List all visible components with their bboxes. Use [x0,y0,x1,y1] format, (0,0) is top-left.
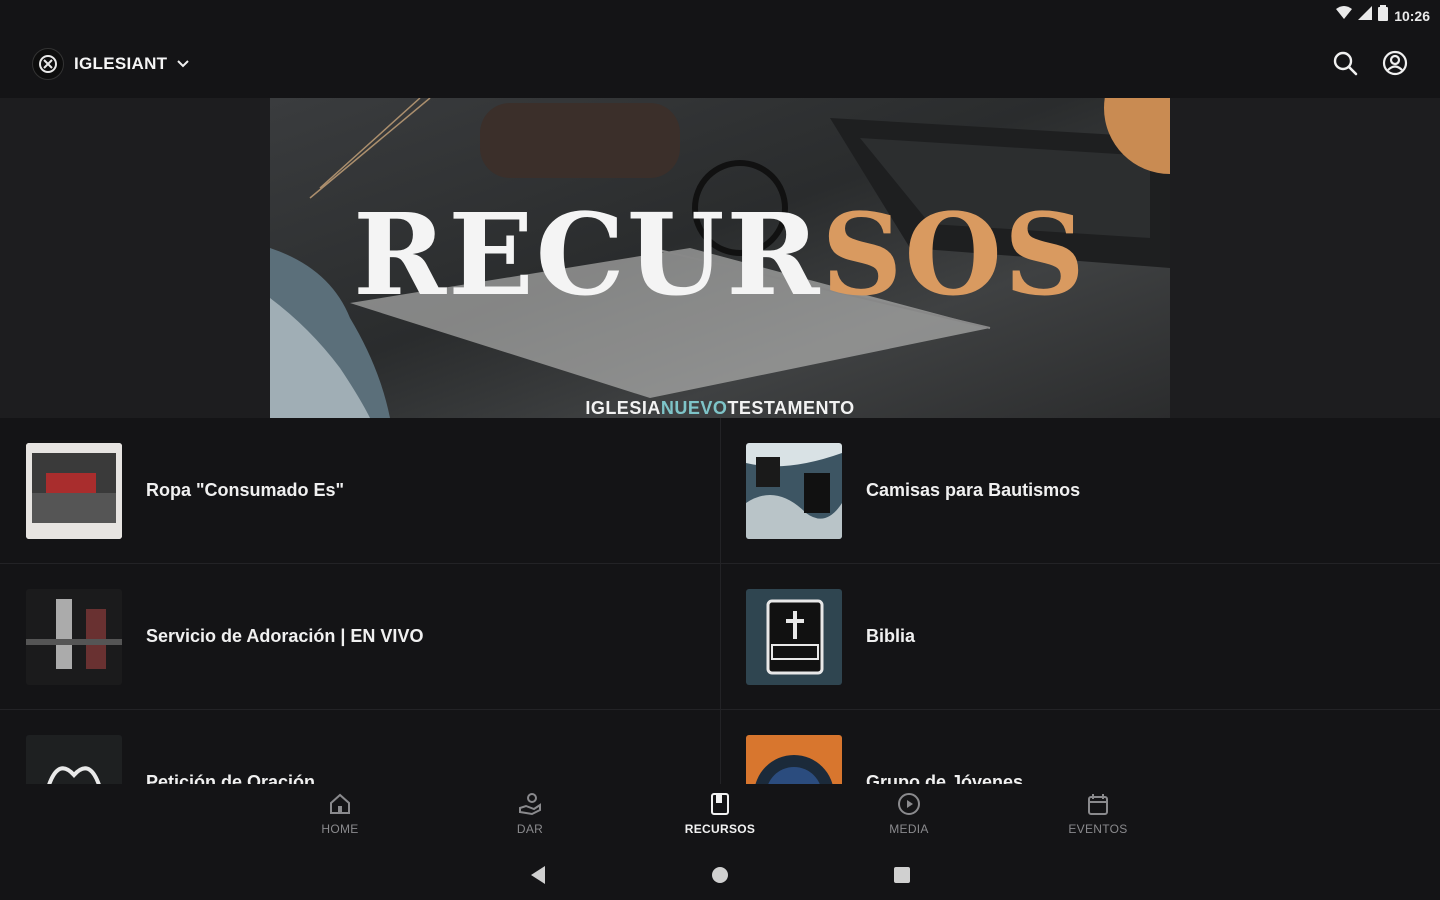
search-icon [1333,51,1358,76]
banner-subtitle-part2: NUEVO [660,398,728,418]
system-recents-button[interactable] [889,862,915,888]
nav-recursos[interactable]: RECURSOS [665,792,775,838]
resource-item-ropa[interactable]: Ropa "Consumado Es" [0,418,720,564]
battery-icon [1378,5,1389,26]
resource-title: Grupo de Jóvenes [866,772,1024,784]
resource-title: Camisas para Bautismos [866,480,1081,500]
bottom-navigation: HOME DAR RECURSOS MEDIA EVENTOS [0,784,1440,848]
account-icon [1382,50,1408,76]
banner-subtitle-part3: TESTAMENTO [727,398,855,418]
resource-title: Servicio de Adoración | EN VIVO [146,626,424,646]
nav-media[interactable]: MEDIA [854,792,964,838]
status-time: 10:26 [1394,7,1430,24]
system-back-button[interactable] [525,862,551,888]
nav-label: HOME [321,822,359,836]
resource-thumbnail [26,443,122,539]
banner-title-orange: SOS [821,190,1087,321]
status-bar: 10:26 [0,0,1440,30]
nav-label: EVENTOS [1068,822,1128,836]
nav-home[interactable]: HOME [285,792,395,838]
system-navigation-bar [0,848,1440,900]
calendar-icon [1088,794,1108,815]
church-name: IGLESIANT [74,54,168,73]
home-circle-icon [712,867,728,883]
wifi-icon [1336,6,1353,25]
give-icon [519,793,541,816]
banner-title: RECURSOS [270,190,1170,321]
book-icon [711,793,729,815]
resource-title: Ropa "Consumado Es" [146,480,345,500]
account-button[interactable] [1380,48,1410,78]
resource-thumbnail [746,735,842,784]
nav-eventos[interactable]: EVENTOS [1043,792,1153,838]
app-bar-actions [1330,48,1410,78]
system-home-button[interactable] [707,862,733,888]
resource-item-peticion[interactable]: Petición de Oración [0,710,720,784]
nav-label: MEDIA [889,822,929,836]
play-icon [898,793,920,815]
app-bar: IGLESIANT [0,30,1440,98]
nav-label: DAR [516,822,544,836]
resource-thumbnail [746,589,842,685]
resource-item-jovenes[interactable]: Grupo de Jóvenes [720,710,1440,784]
resource-thumbnail [746,443,842,539]
home-icon [330,793,350,814]
back-triangle-icon [531,866,545,884]
banner-title-white: RECUR [353,190,822,321]
resources-banner: RECURSOS IGLESIANUEVOTESTAMENTO [270,98,1170,418]
resources-list: Ropa "Consumado Es" Camisas para Bautism… [0,418,1440,784]
banner-area: RECURSOS IGLESIANUEVOTESTAMENTO [0,98,1440,418]
chevron-down-icon [177,55,190,73]
banner-subtitle-part1: IGLESIA [585,398,661,418]
nav-dar[interactable]: DAR [475,792,585,838]
resource-item-biblia[interactable]: Biblia [720,564,1440,710]
resource-title: Biblia [866,626,916,646]
church-selector[interactable]: IGLESIANT [32,48,190,80]
resource-item-camisas[interactable]: Camisas para Bautismos [720,418,1440,564]
recents-square-icon [894,867,910,883]
resource-item-servicio[interactable]: Servicio de Adoración | EN VIVO [0,564,720,710]
banner-subtitle: IGLESIANUEVOTESTAMENTO [270,398,1170,418]
resource-title: Petición de Oración [146,772,316,784]
signal-icon [1358,6,1373,25]
resource-thumbnail [26,589,122,685]
status-icons: 10:26 [1336,5,1430,26]
nav-label: RECURSOS [684,822,756,836]
resource-thumbnail [26,735,122,784]
church-logo [32,48,64,80]
search-button[interactable] [1330,48,1360,78]
